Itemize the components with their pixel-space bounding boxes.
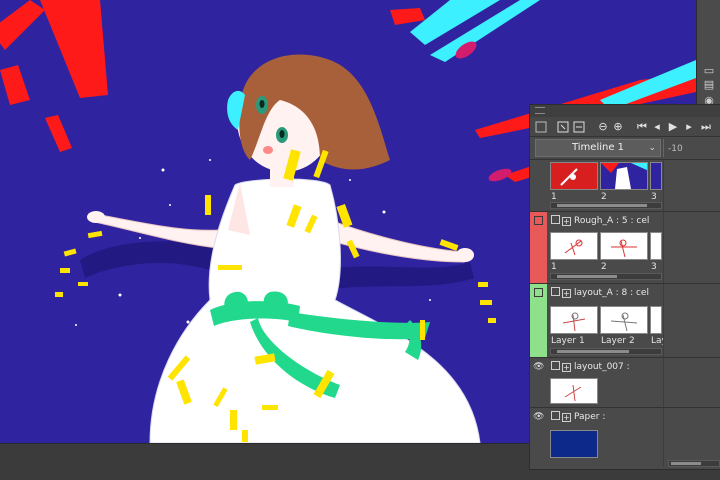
play-icon[interactable]: ▶ — [666, 119, 680, 135]
chevron-down-icon: ⌄ — [648, 143, 656, 153]
ruler-label: -10 — [668, 144, 683, 154]
horizontal-scrollbar[interactable] — [668, 460, 720, 467]
frame-number: 1 — [551, 192, 557, 202]
track-name: layout_007 : — [574, 362, 630, 372]
cel-thumbnail[interactable] — [550, 232, 598, 260]
layer-thumbnail[interactable] — [550, 378, 598, 404]
frame-label: Layer 1 — [551, 336, 585, 346]
folder-icon — [551, 287, 560, 296]
track-name: Paper : — [574, 412, 606, 422]
next-frame-icon[interactable]: ▸ — [682, 119, 696, 135]
expand-icon[interactable]: + — [562, 363, 571, 372]
cel-thumbnail[interactable] — [550, 162, 598, 190]
frame-number: 3 — [651, 262, 657, 272]
app-window: ▭ ▤ ◉ ⊖ ⊕ ⏮ ◂ ▶ ▸ ⏭ Timeline 1 ⌄ -10 1 2… — [0, 0, 720, 480]
timeline-panel: ⊖ ⊕ ⏮ ◂ ▶ ▸ ⏭ Timeline 1 ⌄ -10 1 2 3 + R… — [529, 104, 720, 470]
track-color-swatch — [530, 212, 547, 283]
expand-icon[interactable]: + — [562, 217, 571, 226]
timeline-dropdown[interactable]: Timeline 1 ⌄ — [535, 139, 661, 157]
track-checkbox[interactable] — [534, 216, 543, 225]
track-color-swatch — [530, 284, 547, 357]
timeline-toolbar: ⊖ ⊕ ⏮ ◂ ▶ ▸ ⏭ — [530, 117, 720, 137]
track-header[interactable]: + Paper : — [547, 408, 662, 426]
window-icon[interactable]: ▭ — [700, 64, 718, 78]
frame-label: Lay — [651, 336, 663, 346]
zoom-in-icon[interactable]: ⊕ — [611, 119, 625, 135]
copy-icon[interactable] — [572, 119, 586, 135]
paper-icon — [551, 411, 560, 420]
panel-grip[interactable] — [530, 105, 720, 117]
right-tool-strip: ▭ ▤ ◉ — [696, 0, 720, 112]
cel-thumbnail[interactable] — [650, 306, 662, 334]
layer-thumbnail[interactable] — [550, 430, 598, 458]
track-scrollbar[interactable] — [550, 202, 662, 209]
track-preview: 1 2 3 — [530, 159, 720, 211]
link-icon[interactable] — [556, 119, 570, 135]
track-paper: 👁 + Paper : — [530, 407, 720, 467]
track-checkbox[interactable] — [534, 288, 543, 297]
expand-icon[interactable]: + — [562, 413, 571, 422]
eye-icon[interactable]: 👁 — [533, 362, 544, 372]
folder-icon — [551, 215, 560, 224]
timeline-dropdown-value: Timeline 1 — [571, 142, 625, 153]
frame-number: 1 — [551, 262, 557, 272]
frame-number: 2 — [601, 192, 607, 202]
track-rough: + Rough_A : 5 : cel 1 2 3 — [530, 211, 720, 283]
track-layout: +layout_A : 8 : cel Layer 1 Layer 2 Lay — [530, 283, 720, 357]
folder-icon[interactable]: ▤ — [700, 78, 718, 92]
cel-thumbnail[interactable] — [600, 162, 648, 190]
grip-icon — [535, 107, 545, 114]
track-header[interactable]: + layout_007 : — [547, 358, 662, 376]
first-frame-icon[interactable]: ⏮ — [635, 119, 649, 135]
track-name: Rough_A : 5 : cel — [574, 216, 650, 226]
frame-number: 2 — [601, 262, 607, 272]
track-header[interactable]: + layout_A : 8 : cel — [547, 284, 662, 302]
track-header[interactable]: + Rough_A : 5 : cel — [547, 212, 662, 230]
layer-icon — [551, 361, 560, 370]
track-layout-007: 👁 + layout_007 : — [530, 357, 720, 407]
frame-number: 3 — [651, 192, 657, 202]
cel-thumbnail[interactable] — [550, 306, 598, 334]
cel-thumbnail[interactable] — [600, 306, 648, 334]
cel-thumbnail[interactable] — [600, 232, 648, 260]
track-scrollbar[interactable] — [550, 348, 662, 355]
expand-icon[interactable]: + — [562, 289, 571, 298]
prev-frame-icon[interactable]: ◂ — [650, 119, 664, 135]
track-name: layout_A : 8 : cel — [574, 288, 649, 298]
zoom-out-icon[interactable]: ⊖ — [596, 119, 610, 135]
cel-thumbnail[interactable] — [650, 162, 662, 190]
frame-label: Layer 2 — [601, 336, 635, 346]
new-cel-icon[interactable] — [534, 119, 548, 135]
track-scrollbar[interactable] — [550, 273, 662, 280]
eye-icon[interactable]: 👁 — [533, 412, 544, 422]
last-frame-icon[interactable]: ⏭ — [698, 119, 714, 135]
cel-thumbnail[interactable] — [650, 232, 662, 260]
